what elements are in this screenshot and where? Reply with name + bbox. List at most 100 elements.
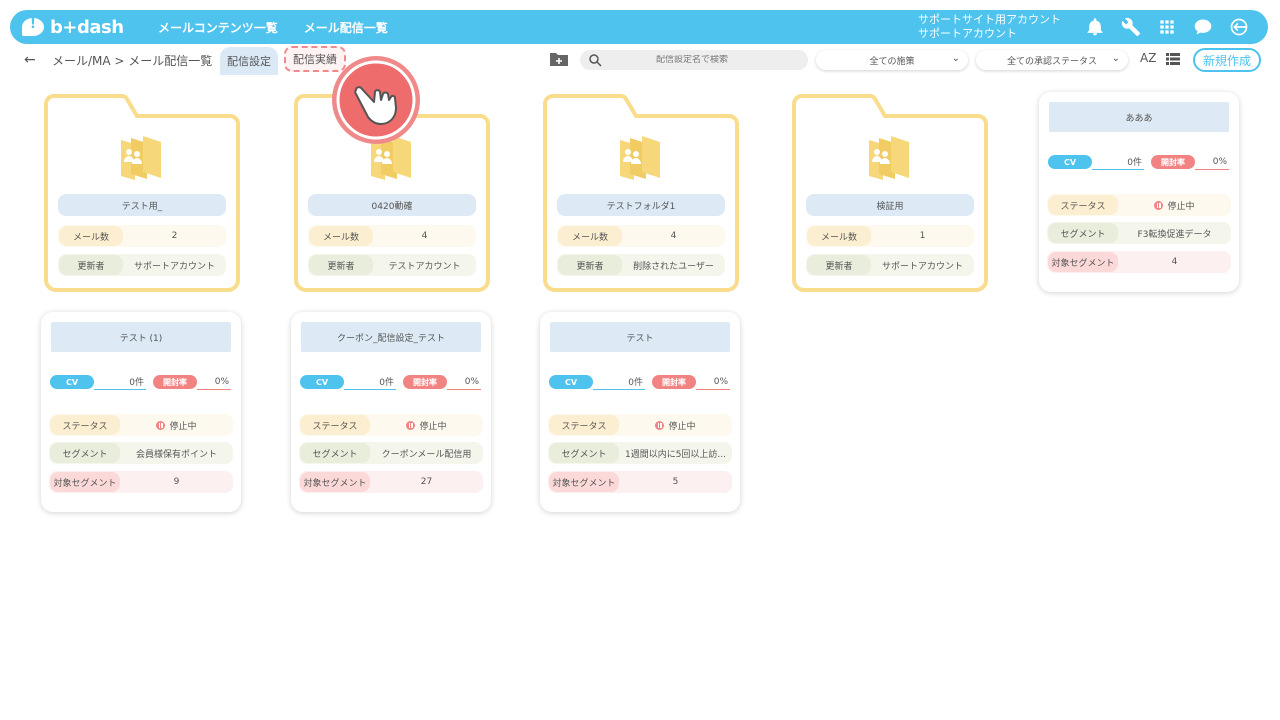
card-title: あああ: [1049, 102, 1229, 132]
bell-icon[interactable]: [1084, 16, 1106, 38]
segment-label: セグメント: [50, 443, 120, 463]
folder-title-text: テストフォルダ1: [606, 201, 676, 212]
pause-icon: [156, 420, 166, 430]
top-header: b+dash メールコンテンツ一覧 メール配信一覧 サポートサイト用アカウント …: [10, 10, 1268, 44]
updater-label: 更新者: [309, 255, 373, 275]
status-filter-value: 全ての承認ステータス: [1006, 56, 1097, 67]
status-value: 停止中: [169, 421, 197, 432]
wrench-icon[interactable]: [1120, 16, 1142, 38]
cv-value: 0件: [94, 374, 146, 390]
open-rate-value: 0%: [696, 374, 730, 390]
pause-icon: [406, 420, 416, 430]
policy-filter-value: 全ての施策: [869, 56, 915, 67]
breadcrumb: メール/MA > メール配信一覧: [52, 53, 213, 68]
updater-value: サポートアカウント: [133, 261, 215, 272]
target-segment-label: 対象セグメント: [549, 472, 619, 492]
updater-value: 削除されたユーザー: [633, 261, 714, 272]
nav-mail-contents[interactable]: メールコンテンツ一覧: [158, 19, 278, 36]
account-site: サポートサイト用アカウント: [918, 13, 1061, 26]
open-rate-value: 0%: [197, 374, 231, 390]
cv-value: 0件: [344, 374, 396, 390]
segment-value: F3転換促進データ: [1137, 229, 1212, 240]
target-segment-label: 対象セグメント: [1048, 252, 1118, 272]
mail-count-value: 4: [421, 231, 428, 241]
folder-title: テストフォルダ1: [557, 194, 725, 216]
support-chat-icon[interactable]: [1192, 16, 1214, 38]
cv-metric: CV 0件: [549, 374, 645, 390]
logo[interactable]: b+dash: [22, 17, 132, 38]
segment-label: セグメント: [1048, 223, 1118, 243]
tab-delivery-setting[interactable]: 配信設定: [220, 47, 278, 75]
cv-metric: CV 0件: [1048, 154, 1144, 170]
mail-count-row: メール数 4: [557, 225, 725, 247]
delivery-setting-card[interactable]: テスト (1) CV 0件 開封率 0% ステータス 停止中 セグメント 会員様…: [41, 312, 241, 512]
user-group-folder-icon: [620, 136, 660, 180]
card-title-text: テスト: [626, 333, 654, 344]
segment-label: セグメント: [549, 443, 619, 463]
mail-count-label: メール数: [309, 226, 373, 246]
open-rate-label: 開封率: [403, 375, 447, 389]
chevron-down-icon: ⌄: [1111, 53, 1120, 64]
logout-icon[interactable]: [1228, 16, 1250, 38]
updater-value: サポートアカウント: [881, 261, 963, 272]
folder-card[interactable]: テスト用_ メール数 2 更新者 サポートアカウント: [42, 92, 242, 294]
card-title-text: クーポン_配信設定_テスト: [336, 333, 445, 344]
segment-value: 会員様保有ポイント: [135, 449, 217, 460]
target-segment-value: 4: [1171, 257, 1178, 267]
open-rate-label: 開封率: [153, 375, 197, 389]
pointer-hand-icon: [332, 56, 420, 144]
target-segment-value: 27: [420, 477, 433, 487]
status-filter-select[interactable]: 全ての承認ステータス ⌄: [976, 50, 1128, 70]
delivery-setting-card[interactable]: あああ CV 0件 開封率 0% ステータス 停止中 セグメント F3転換促進デ…: [1039, 92, 1239, 292]
segment-value: クーポンメール配信用: [381, 449, 472, 460]
open-rate-value: 0%: [447, 374, 481, 390]
status-row: ステータス 停止中: [1047, 194, 1231, 216]
delivery-setting-card[interactable]: クーポン_配信設定_テスト CV 0件 開封率 0% ステータス 停止中 セグメ…: [291, 312, 491, 512]
grid-apps-icon[interactable]: [1156, 16, 1178, 38]
folder-card[interactable]: テストフォルダ1 メール数 4 更新者 削除されたユーザー: [541, 92, 741, 294]
search-icon: [589, 54, 602, 67]
pause-icon: [1154, 200, 1164, 210]
logo-text: b+dash: [50, 16, 124, 38]
card-title: クーポン_配信設定_テスト: [301, 322, 481, 352]
status-row: ステータス 停止中: [49, 414, 233, 436]
cv-label: CV: [50, 375, 94, 389]
account-info[interactable]: サポートサイト用アカウント サポートアカウント: [918, 13, 1061, 41]
updater-row: 更新者 サポートアカウント: [806, 254, 974, 276]
mail-count-value: 2: [171, 231, 178, 241]
folder-title: 0420動確: [308, 194, 476, 216]
segment-value: 1週間以内に5回以上訪...: [624, 449, 727, 460]
create-new-button[interactable]: 新規作成: [1193, 48, 1261, 72]
updater-label: 更新者: [59, 255, 123, 275]
target-segment-row: 対象セグメント 5: [548, 471, 732, 493]
updater-label: 更新者: [558, 255, 622, 275]
open-rate-metric: 開封率 0%: [403, 374, 481, 390]
target-segment-row: 対象セグメント 4: [1047, 251, 1231, 273]
updater-row: 更新者 削除されたユーザー: [557, 254, 725, 276]
folder-card[interactable]: 検証用 メール数 1 更新者 サポートアカウント: [790, 92, 990, 294]
target-segment-row: 対象セグメント 27: [299, 471, 483, 493]
nav-mail-delivery[interactable]: メール配信一覧: [304, 19, 388, 36]
segment-row: セグメント F3転換促進データ: [1047, 222, 1231, 244]
add-folder-icon[interactable]: [550, 52, 568, 66]
search-input[interactable]: [602, 55, 782, 65]
open-rate-metric: 開封率 0%: [1151, 154, 1229, 170]
segment-label: セグメント: [300, 443, 370, 463]
delivery-setting-card[interactable]: テスト CV 0件 開封率 0% ステータス 停止中 セグメント 1週間以内に5…: [540, 312, 740, 512]
updater-label: 更新者: [807, 255, 871, 275]
list-view-icon[interactable]: [1166, 53, 1180, 65]
folder-title-text: 検証用: [876, 201, 904, 212]
open-rate-label: 開封率: [1151, 155, 1195, 169]
status-value: 停止中: [419, 421, 447, 432]
back-arrow-icon[interactable]: ←: [24, 52, 42, 68]
sort-az-icon[interactable]: AZ: [1140, 51, 1156, 65]
target-segment-value: 9: [173, 477, 180, 487]
status-label: ステータス: [50, 415, 120, 435]
segment-row: セグメント 会員様保有ポイント: [49, 442, 233, 464]
search-box[interactable]: [580, 50, 808, 70]
mail-count-label: メール数: [807, 226, 871, 246]
status-label: ステータス: [1048, 195, 1118, 215]
policy-filter-select[interactable]: 全ての施策 ⌄: [816, 50, 968, 70]
mail-count-label: メール数: [59, 226, 123, 246]
account-name: サポートアカウント: [918, 27, 1017, 40]
